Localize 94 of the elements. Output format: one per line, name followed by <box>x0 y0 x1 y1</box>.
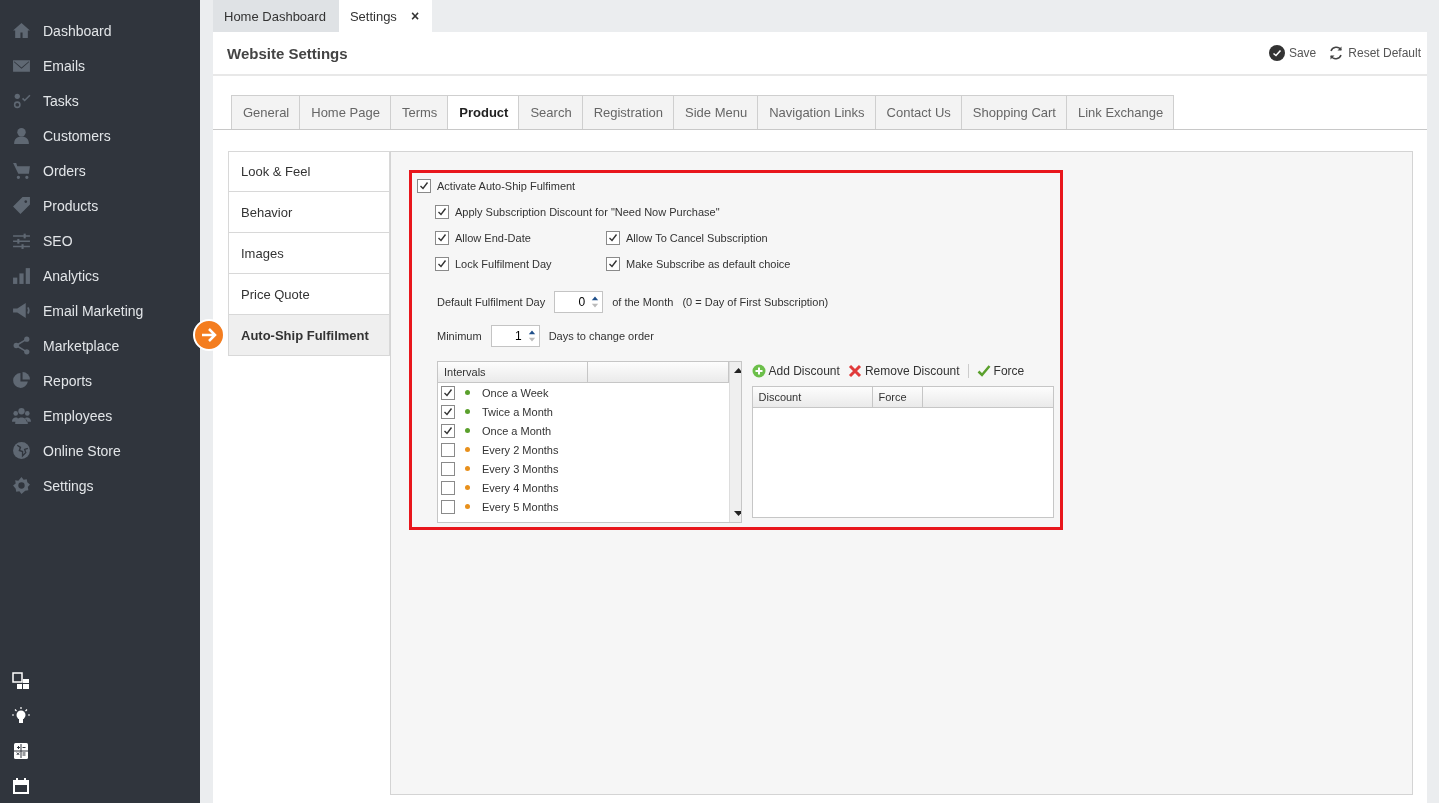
nav-icon <box>12 441 31 460</box>
nav-icon <box>12 91 31 110</box>
interval-label: Twice a Month <box>482 405 553 418</box>
checkbox-label: Allow End-Date <box>455 232 531 244</box>
nav-icon <box>12 406 31 425</box>
section-item[interactable]: Price Quote <box>228 274 390 315</box>
interval-label: Once a Week <box>482 386 549 399</box>
page-title: Website Settings <box>227 44 348 62</box>
nav-icon <box>12 161 31 180</box>
sidebar-item[interactable]: Dashboard <box>0 13 178 48</box>
sidebar-item[interactable]: Emails <box>0 48 178 83</box>
interval-label: Every 3 Months <box>482 462 559 475</box>
checkbox[interactable] <box>435 257 449 271</box>
sidebar-item[interactable]: Settings <box>0 468 178 503</box>
sidebar-item[interactable]: Marketplace <box>0 328 178 363</box>
check-circle-icon <box>1268 45 1285 61</box>
calendar-icon[interactable] <box>12 777 30 795</box>
action-button[interactable]: Reset Default <box>1328 45 1421 61</box>
checkbox[interactable] <box>435 231 449 245</box>
sidebar-item[interactable]: Analytics <box>0 258 178 293</box>
checkbox[interactable] <box>441 385 455 400</box>
nav-icon <box>12 336 31 355</box>
section-item[interactable]: Look & Feel <box>228 151 390 192</box>
interval-label: Every 4 Months <box>482 481 559 494</box>
category-tab[interactable]: Shopping Cart <box>960 95 1067 129</box>
column-header: Discount <box>752 387 873 407</box>
category-tab[interactable]: Home Page <box>299 95 391 129</box>
field-label: Minimum <box>437 330 482 342</box>
action-button[interactable]: Save <box>1268 45 1317 61</box>
category-tab[interactable]: Registration <box>581 95 674 129</box>
checkbox[interactable] <box>435 205 449 219</box>
check-icon <box>976 364 991 378</box>
checkbox[interactable] <box>441 461 455 476</box>
category-tab[interactable]: Side Menu <box>673 95 759 129</box>
plus-circle-icon <box>751 364 766 378</box>
sidebar-item[interactable]: SEO <box>0 223 178 258</box>
nav-icon <box>12 21 31 40</box>
category-tab[interactable]: Link Exchange <box>1066 95 1175 129</box>
section-item[interactable]: Auto-Ship Fulfilment <box>228 315 390 356</box>
category-tab[interactable]: General <box>231 95 301 129</box>
checkbox-label: Apply Subscription Discount for "Need Now Purchase" <box>455 206 720 218</box>
nav-icon <box>12 371 31 390</box>
field-suffix: Days to change order <box>548 330 654 342</box>
interval-label: Once a Month <box>482 424 552 437</box>
checkbox[interactable] <box>441 480 455 495</box>
interval-label: Every 5 Months <box>482 500 559 513</box>
checkbox[interactable] <box>441 404 455 419</box>
checkbox[interactable] <box>417 179 431 193</box>
section-item[interactable]: Behavior <box>228 192 390 233</box>
section-item[interactable]: Images <box>228 233 390 274</box>
document-tab[interactable]: Home Dashboard <box>213 0 339 32</box>
checkbox-label: Activate Auto-Ship Fulfiment <box>437 180 576 192</box>
nav-icon <box>12 301 31 320</box>
lightbulb-icon[interactable] <box>12 707 30 725</box>
checkbox-label: Allow To Cancel Subscription <box>626 232 768 244</box>
column-header: Intervals <box>438 362 588 382</box>
category-tab[interactable]: Search <box>518 95 583 129</box>
checkbox[interactable] <box>441 499 455 514</box>
close-icon[interactable]: × <box>410 8 420 24</box>
toolbar-button[interactable]: Force <box>976 364 1025 378</box>
nav-icon <box>12 266 31 285</box>
category-tab[interactable]: Terms <box>389 95 449 129</box>
category-tab[interactable]: Navigation Links <box>757 95 876 129</box>
field-note: (0 = Day of First Subscription) <box>682 296 829 308</box>
sidebar-item[interactable]: Reports <box>0 363 178 398</box>
toolbar-button[interactable]: Add Discount <box>751 364 840 378</box>
sidebar-item[interactable]: Online Store <box>0 433 178 468</box>
nav-icon <box>12 476 31 495</box>
sidebar-item[interactable]: Orders <box>0 153 178 188</box>
interval-label: Every 2 Months <box>482 443 559 456</box>
checkbox-label: Make Subscribe as default choice <box>626 258 791 270</box>
sidebar-item[interactable]: Tasks <box>0 83 178 118</box>
sidebar-item[interactable]: Customers <box>0 118 178 153</box>
checkbox[interactable] <box>606 257 620 271</box>
nav-icon <box>12 231 31 250</box>
checkbox[interactable] <box>606 231 620 245</box>
category-tab[interactable]: Contact Us <box>874 95 962 129</box>
field-label: Default Fulfilment Day <box>437 296 546 308</box>
document-tab[interactable]: Settings × <box>338 0 433 32</box>
toolbar-button[interactable]: Remove Discount <box>847 364 960 378</box>
calculator-icon[interactable] <box>12 742 30 760</box>
field-suffix: of the Month <box>612 296 674 308</box>
sidebar-item[interactable]: Employees <box>0 398 178 433</box>
sidebar-item[interactable]: Email Marketing <box>0 293 178 328</box>
checkbox[interactable] <box>441 423 455 438</box>
sidebar-item[interactable]: Products <box>0 188 178 223</box>
nav-icon <box>12 196 31 215</box>
windows-icon[interactable] <box>12 672 30 690</box>
column-header: Force <box>872 387 923 407</box>
nav-icon <box>12 126 31 145</box>
checkbox-label: Lock Fulfilment Day <box>455 258 552 270</box>
checkbox[interactable] <box>441 442 455 457</box>
refresh-icon <box>1328 45 1345 61</box>
cross-icon <box>847 364 862 378</box>
